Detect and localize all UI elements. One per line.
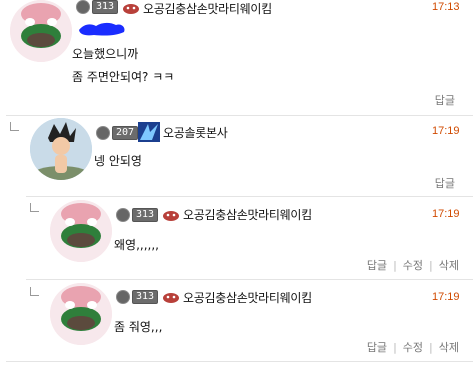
comment-actions: 답글 | 수정 | 삭제 xyxy=(367,257,459,273)
nickname[interactable]: 오공김충삼손맛라티웨이킴 xyxy=(183,206,312,223)
comment-text-line: 좀 줘영,,, xyxy=(114,320,163,334)
divider xyxy=(6,361,473,362)
reply-button[interactable]: 답글 xyxy=(435,94,455,107)
timestamp: 17:13 xyxy=(432,1,460,13)
reply-button[interactable]: 답글 xyxy=(367,259,387,272)
avatar[interactable] xyxy=(30,118,92,180)
separator: | xyxy=(429,259,433,272)
comment-actions: 답글 | 수정 | 삭제 xyxy=(367,339,459,355)
reply-button[interactable]: 답글 xyxy=(367,341,387,354)
emblem-icon xyxy=(123,4,139,14)
reply-arrow-icon xyxy=(30,203,39,212)
nickname[interactable]: 오공김충삼손맛라티웨이킴 xyxy=(183,289,312,306)
level-badge: 207 xyxy=(96,126,139,140)
emblem-icon xyxy=(163,211,179,221)
timestamp: 17:19 xyxy=(432,208,460,220)
reply-arrow-icon xyxy=(30,287,39,296)
delete-button[interactable]: 삭제 xyxy=(439,341,459,354)
edit-button[interactable]: 수정 xyxy=(403,341,423,354)
avatar-image xyxy=(50,283,112,345)
divider xyxy=(26,196,473,197)
comment-text-line: 넹 안되영 xyxy=(94,154,142,168)
avatar[interactable] xyxy=(50,200,112,262)
divider xyxy=(26,279,473,280)
gear-icon xyxy=(96,126,110,140)
avatar-image xyxy=(50,200,112,262)
avatar-image xyxy=(10,0,72,62)
nickname[interactable]: 오공김충삼손맛라티웨이킴 xyxy=(143,0,272,17)
delete-button[interactable]: 삭제 xyxy=(439,259,459,272)
timestamp: 17:19 xyxy=(432,291,460,303)
nickname[interactable]: 오공솔롯본사 xyxy=(163,124,228,141)
edit-button[interactable]: 수정 xyxy=(403,259,423,272)
separator: | xyxy=(393,259,397,272)
comment-actions: 답글 xyxy=(435,175,455,191)
comment-actions: 답글 xyxy=(435,92,455,108)
redaction-scribble xyxy=(79,22,125,36)
separator: | xyxy=(429,341,433,354)
gear-icon xyxy=(76,0,90,14)
comment-text-line: 왜영,,,,,, xyxy=(114,238,159,252)
comment-text-line: 오늘했으니까 xyxy=(72,47,139,61)
emblem-icon xyxy=(138,122,160,142)
separator: | xyxy=(393,341,397,354)
avatar-image xyxy=(30,118,92,180)
emblem-icon xyxy=(163,293,179,303)
avatar[interactable] xyxy=(50,283,112,345)
level-badge: 313 xyxy=(116,208,159,222)
reply-button[interactable]: 답글 xyxy=(435,177,455,190)
gear-icon xyxy=(116,290,130,304)
divider xyxy=(6,115,473,116)
avatar[interactable] xyxy=(10,0,72,62)
reply-arrow-icon xyxy=(10,122,19,131)
comment-text-line: 좀 주면안되여? ㅋㅋ xyxy=(72,70,175,84)
gear-icon xyxy=(116,208,130,222)
timestamp: 17:19 xyxy=(432,125,460,137)
level-badge: 313 xyxy=(116,290,159,304)
level-badge: 313 xyxy=(76,0,119,14)
